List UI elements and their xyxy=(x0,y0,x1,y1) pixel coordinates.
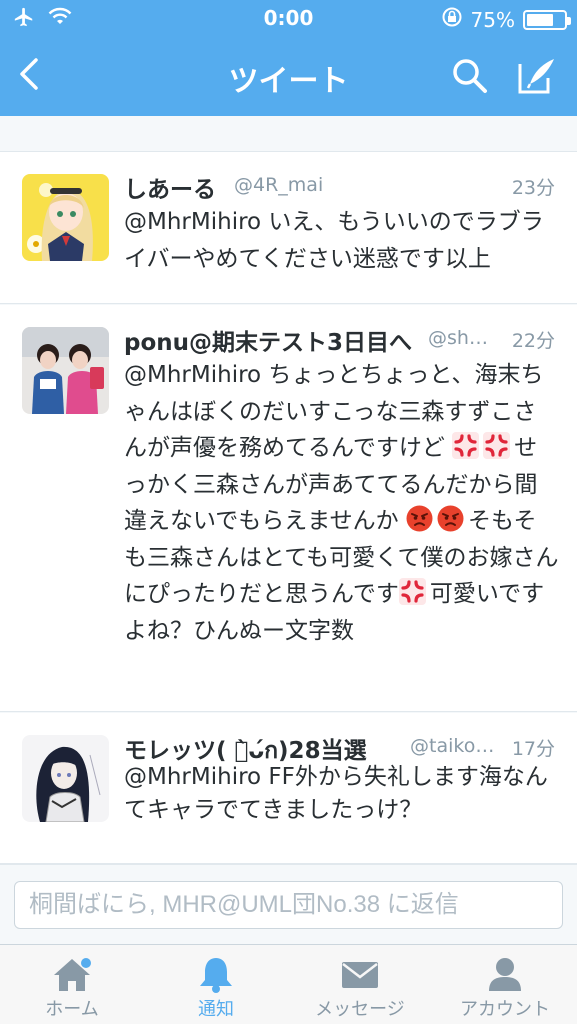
anger-symbol-icon xyxy=(452,432,480,459)
person-icon xyxy=(489,958,521,991)
tab-label: 通知 xyxy=(198,999,234,1020)
tweet-time: 17分 xyxy=(511,738,555,760)
tweet-author-handle: @4R_mai xyxy=(234,174,324,196)
tweet-text-segment: @MhrMihiro ちょっとちょっと、海末ちゃんはぼくのだいすこっな三森すずこ… xyxy=(124,362,544,461)
tweet-time: 22分 xyxy=(511,330,555,352)
avatar[interactable] xyxy=(22,327,109,414)
compose-button[interactable] xyxy=(514,54,558,98)
tab-home[interactable]: ホーム xyxy=(0,945,144,1024)
tweet-author-name[interactable]: ponu@期末テスト3日目へ xyxy=(124,323,412,357)
tweet-time: 23分 xyxy=(511,177,555,199)
anger-symbol-icon xyxy=(483,432,511,459)
tab-label: メッセージ xyxy=(315,999,405,1020)
tweet-author-handle: @sh… xyxy=(428,327,488,349)
compose-tweet-icon xyxy=(518,59,554,94)
battery-percent: 75% xyxy=(470,7,515,32)
rotation-lock-icon xyxy=(441,6,463,33)
angry-face-icon xyxy=(437,505,464,532)
avatar[interactable] xyxy=(22,174,109,261)
timeline-spacer xyxy=(0,116,577,152)
tweet-author-handle: @taiko… xyxy=(410,735,495,757)
reply-input[interactable]: 桐間ばにら, MHR@UML団No.38 に返信 xyxy=(14,881,563,929)
home-icon xyxy=(54,958,91,991)
notification-dot xyxy=(81,958,91,968)
nav-bar: ツイート xyxy=(0,38,577,116)
tab-notifications[interactable]: 通知 xyxy=(144,945,288,1024)
header: 0:00 75% ツイート xyxy=(0,0,577,116)
tab-account[interactable]: アカウント xyxy=(433,945,577,1024)
tweet-text: @MhrMihiro ちょっとちょっと、海末ちゃんはぼくのだいすこっな三森すずこ… xyxy=(124,357,559,649)
anger-symbol-icon xyxy=(398,578,426,605)
angry-face-icon xyxy=(406,505,433,532)
tab-messages[interactable]: メッセージ xyxy=(288,945,432,1024)
avatar[interactable] xyxy=(22,735,109,822)
tab-label: ホーム xyxy=(45,999,99,1020)
envelope-icon xyxy=(342,962,378,988)
reply-bar: 桐間ばにら, MHR@UML団No.38 に返信 xyxy=(0,864,577,944)
tab-bar: ホーム 通知 メッセージ アカウント xyxy=(0,944,577,1024)
tab-label: アカウント xyxy=(460,999,550,1020)
bell-icon xyxy=(200,958,232,993)
tweet-item[interactable]: ponu@期末テスト3日目へ @sh… 22分 @MhrMihiro ちょっとち… xyxy=(0,305,577,712)
tweet-text: @MhrMihiro いえ、もういいのでラブライバーやめてください迷惑です以上 xyxy=(124,209,544,272)
battery-icon xyxy=(523,9,571,30)
tweet-author-name[interactable]: しあーる xyxy=(124,170,216,204)
tweet-text: @MhrMihiro FF外から失礼します海なんてキャラでてきましたっけ？ xyxy=(124,764,548,823)
search-button[interactable] xyxy=(448,54,492,98)
tweet-item[interactable]: しあーる @4R_mai 23分 @MhrMihiro いえ、もういいのでラブラ… xyxy=(0,152,577,304)
search-icon xyxy=(453,59,487,93)
tweet-item[interactable]: モレッツ( ก̀ᴗ́ก)28当選 @taiko… 17分 @MhrMihiro … xyxy=(0,713,577,864)
status-bar: 0:00 75% xyxy=(0,0,577,38)
